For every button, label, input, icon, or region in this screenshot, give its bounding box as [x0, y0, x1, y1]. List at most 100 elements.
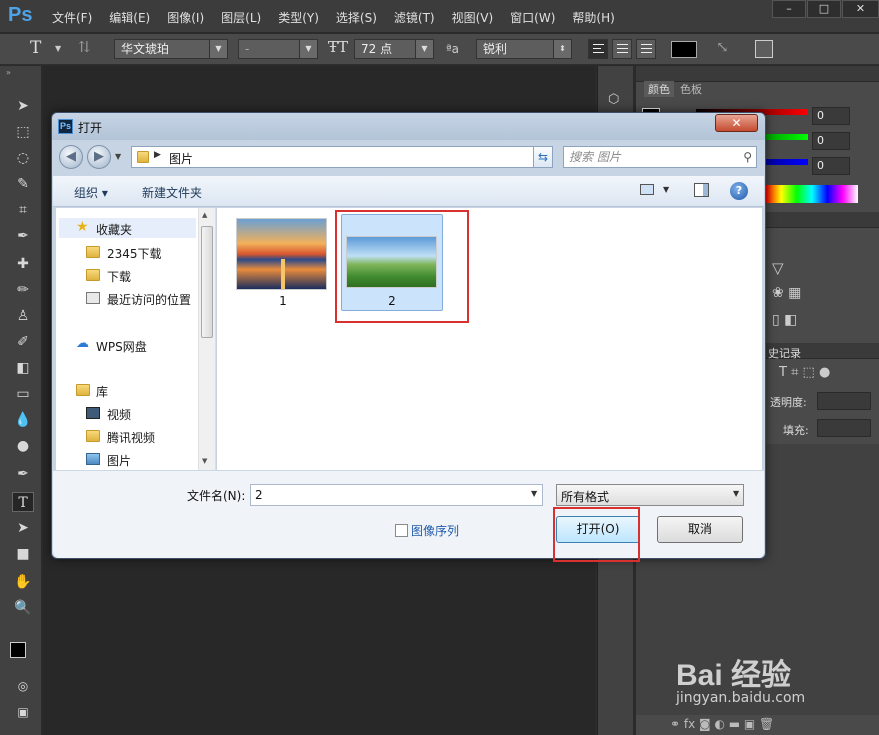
align-left-button[interactable]: [588, 39, 608, 59]
character-panel-icon[interactable]: [755, 40, 773, 58]
menu-filter[interactable]: 滤镜(T): [394, 9, 435, 26]
menu-type[interactable]: 类型(Y): [278, 9, 319, 26]
adjustment-icons[interactable]: ❀ ▦: [772, 285, 801, 301]
collapse-icon[interactable]: »: [6, 68, 11, 77]
lasso-tool-icon[interactable]: ◌: [12, 148, 34, 168]
eraser-tool-icon[interactable]: ◧: [12, 358, 34, 378]
quick-select-tool-icon[interactable]: ✎: [12, 174, 34, 194]
change-view-icon[interactable]: [640, 184, 654, 195]
quick-mask-icon[interactable]: ◎: [12, 676, 34, 696]
menu-window[interactable]: 窗口(W): [510, 9, 555, 26]
healing-brush-tool-icon[interactable]: ✚: [12, 254, 34, 274]
chevron-down-icon[interactable]: ▼: [733, 489, 739, 498]
history-brush-tool-icon[interactable]: ✐: [12, 332, 34, 352]
align-center-button[interactable]: [612, 39, 632, 59]
menu-help[interactable]: 帮助(H): [572, 9, 614, 26]
scroll-up-icon[interactable]: ▲: [202, 211, 207, 219]
color-spectrum[interactable]: [766, 185, 858, 203]
scroll-thumb[interactable]: [201, 226, 213, 338]
blur-tool-icon[interactable]: 💧: [12, 410, 34, 430]
organize-button[interactable]: 组织 ▾: [74, 184, 108, 201]
menu-view[interactable]: 视图(V): [452, 9, 494, 26]
filetype-select[interactable]: 所有格式 ▼: [556, 484, 744, 506]
tab-history[interactable]: 史记录: [768, 345, 801, 361]
file-item[interactable]: 1: [233, 214, 333, 310]
close-app-button[interactable]: ✕: [842, 0, 879, 18]
hand-tool-icon[interactable]: ✋: [12, 572, 34, 592]
dialog-close-button[interactable]: ✕: [715, 114, 758, 132]
align-right-button[interactable]: [636, 39, 656, 59]
chevron-down-icon[interactable]: ▼: [531, 489, 537, 498]
nav-download[interactable]: 下载: [107, 268, 131, 285]
shape-tool-icon[interactable]: ■: [12, 544, 34, 564]
menu-file[interactable]: 文件(F): [52, 9, 92, 26]
text-color-swatch[interactable]: [671, 41, 697, 58]
forward-icon[interactable]: ▶: [87, 145, 111, 169]
clone-stamp-tool-icon[interactable]: ♙: [12, 306, 34, 326]
cancel-button[interactable]: 取消: [657, 516, 743, 543]
minimize-button[interactable]: –: [772, 0, 806, 18]
nav-favorites[interactable]: 收藏夹: [96, 221, 132, 238]
adjustment-icons[interactable]: ▽: [772, 259, 784, 277]
pen-tool-icon[interactable]: ✒: [12, 464, 34, 484]
toggle-orientation-icon[interactable]: ⇅: [78, 38, 91, 56]
nav-scrollbar[interactable]: ▲ ▼: [198, 208, 215, 470]
gradient-tool-icon[interactable]: ▭: [12, 384, 34, 404]
path-select-tool-icon[interactable]: ➤: [12, 518, 34, 538]
menu-image[interactable]: 图像(I): [167, 9, 204, 26]
nav-2345-download[interactable]: 2345下载: [107, 245, 162, 262]
type-tool-icon[interactable]: T: [30, 38, 41, 58]
nav-pictures[interactable]: 图片: [107, 452, 131, 469]
scroll-down-icon[interactable]: ▼: [202, 457, 207, 465]
opacity-field[interactable]: [817, 392, 871, 410]
search-icon[interactable]: ⚲: [743, 147, 752, 167]
menu-layer[interactable]: 图层(L): [221, 9, 261, 26]
chevron-down-icon[interactable]: ▼: [663, 185, 669, 194]
adjustment-icons[interactable]: ▯ ◧: [772, 312, 797, 328]
nav-tencent-video[interactable]: 腾讯视频: [107, 429, 155, 446]
font-size-select[interactable]: 72 点 ▼: [354, 39, 434, 59]
layer-filter-icons[interactable]: T ⌗ ⬚ ●: [779, 365, 830, 380]
help-icon[interactable]: ?: [730, 182, 748, 200]
recent-locations-icon[interactable]: ▼: [115, 152, 121, 161]
address-box[interactable]: ▶ 图片 ▼: [131, 146, 551, 168]
tab-swatches[interactable]: 色板: [680, 81, 702, 97]
eyedropper-tool-icon[interactable]: ✒: [12, 226, 34, 246]
filename-input[interactable]: 2 ▼: [250, 484, 543, 506]
breadcrumb[interactable]: 图片: [169, 150, 193, 167]
marquee-tool-icon[interactable]: ⬚: [12, 122, 34, 142]
brush-tool-icon[interactable]: ✏: [12, 280, 34, 300]
menu-select[interactable]: 选择(S): [336, 9, 377, 26]
zoom-tool-icon[interactable]: 🔍: [12, 598, 34, 618]
warp-text-icon[interactable]: ⤡: [716, 38, 729, 56]
font-style-select[interactable]: - ▼: [238, 39, 318, 59]
crop-tool-icon[interactable]: ⌗: [12, 200, 34, 220]
blue-value[interactable]: 0: [812, 157, 850, 175]
red-value[interactable]: 0: [812, 107, 850, 125]
preview-pane-icon[interactable]: [694, 183, 709, 197]
anti-alias-select[interactable]: 锐利 ⬍: [476, 39, 572, 59]
dodge-tool-icon[interactable]: ●: [12, 436, 34, 456]
refresh-icon[interactable]: ⇆: [533, 146, 553, 168]
maximize-button[interactable]: □: [807, 0, 841, 18]
sequence-checkbox[interactable]: [395, 524, 408, 537]
new-folder-button[interactable]: 新建文件夹: [142, 184, 202, 201]
nav-library[interactable]: 库: [96, 383, 108, 400]
foreground-color-swatch[interactable]: [10, 642, 26, 658]
tool-preset-dropdown-icon[interactable]: ▼: [55, 44, 61, 53]
layer-actions-icons[interactable]: ⚭ fx ◙ ◐ ▬ ▣ 🗑: [670, 717, 774, 731]
back-icon[interactable]: ◀: [59, 145, 83, 169]
menu-edit[interactable]: 编辑(E): [109, 9, 150, 26]
font-family-select[interactable]: 华文琥珀 ▼: [114, 39, 228, 59]
screen-mode-icon[interactable]: ▣: [12, 702, 34, 722]
green-value[interactable]: 0: [812, 132, 850, 150]
3d-panel-icon[interactable]: ⬡: [608, 92, 619, 107]
move-tool-icon[interactable]: ➤: [12, 96, 34, 116]
nav-wps-cloud[interactable]: WPS网盘: [96, 338, 147, 355]
search-input[interactable]: 搜索 图片 ⚲: [563, 146, 757, 168]
nav-recent[interactable]: 最近访问的位置: [107, 291, 191, 308]
tab-color[interactable]: 颜色: [644, 81, 674, 97]
nav-videos[interactable]: 视频: [107, 406, 131, 423]
type-tool-icon[interactable]: T: [12, 492, 34, 512]
fill-field[interactable]: [817, 419, 871, 437]
